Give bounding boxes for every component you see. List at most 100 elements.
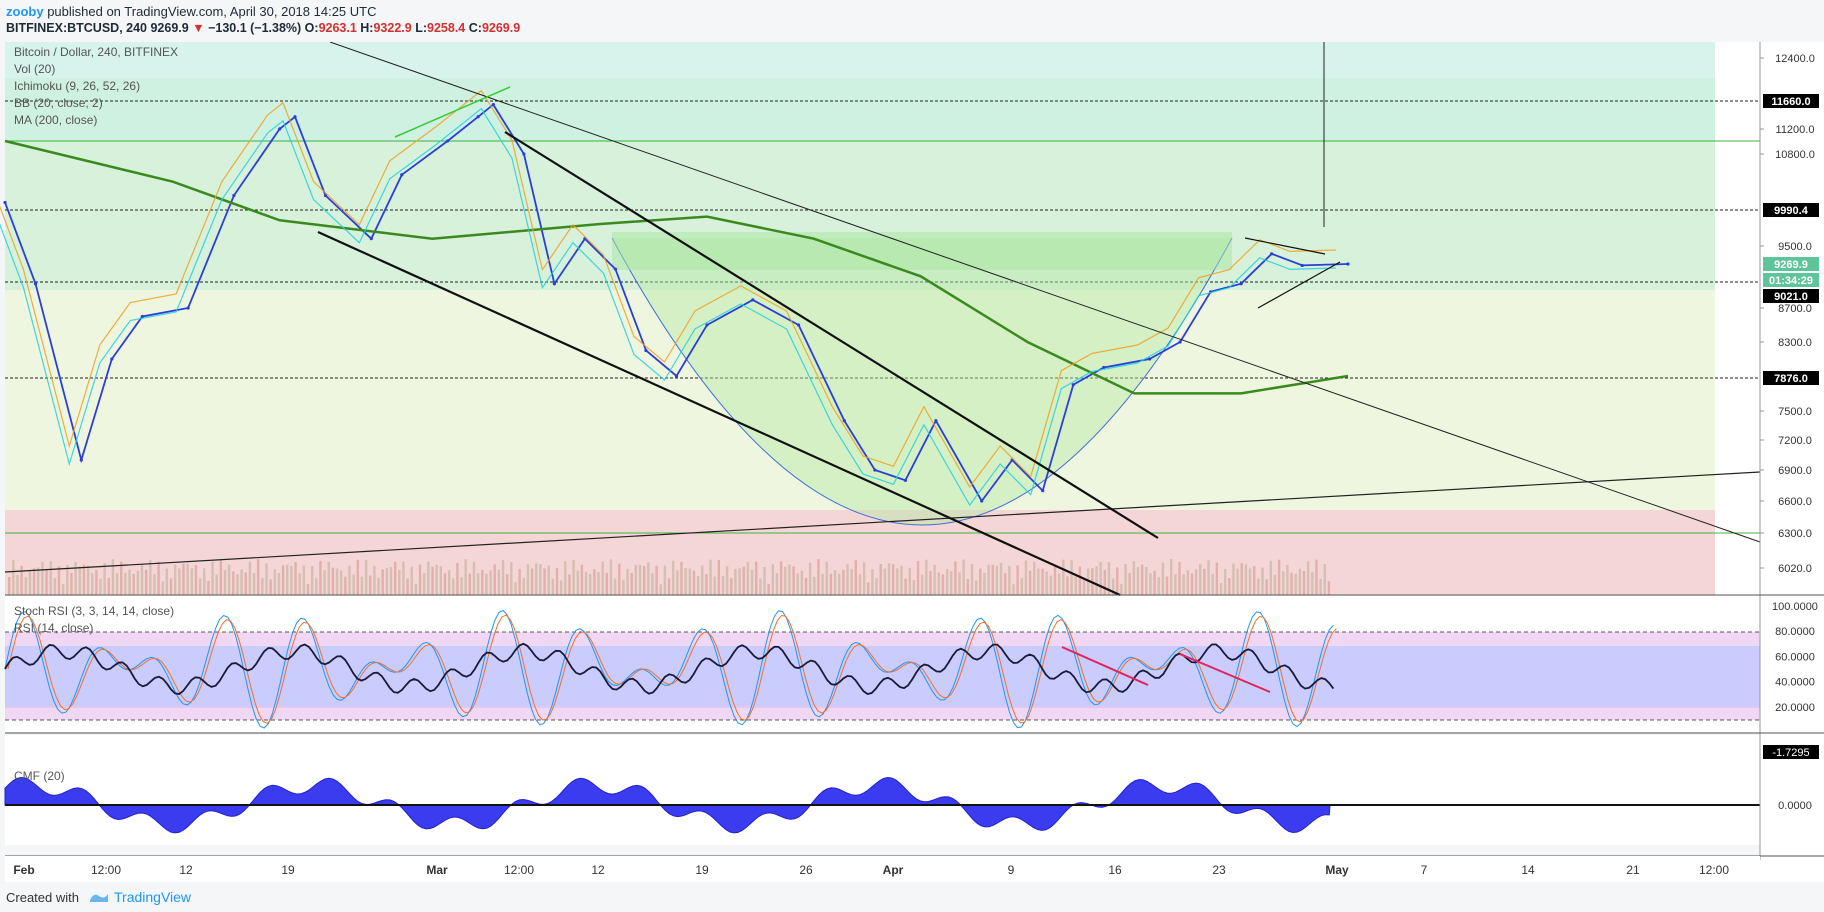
price-point [1239, 282, 1243, 286]
volume-bar [331, 567, 335, 595]
time-tick: 14 [1521, 863, 1535, 877]
time-tick: 7 [1421, 863, 1428, 877]
volume-bar [240, 569, 243, 595]
volume-bar [1219, 583, 1223, 595]
volume-bar [236, 574, 239, 595]
volume-bar [829, 573, 833, 595]
volume-bar [360, 576, 364, 595]
volume-bar [1140, 564, 1144, 595]
volume-bar [186, 563, 189, 595]
volume-bar [389, 566, 393, 595]
chart-area[interactable]: Bitcoin / Dollar, 240, BITFINEX Vol (20)… [0, 42, 1824, 882]
time-tick: 12 [591, 863, 605, 877]
volume-bar [680, 561, 683, 595]
price-point [796, 323, 801, 327]
price-tick: 7500.0 [1778, 406, 1812, 418]
volume-bar [1116, 567, 1119, 595]
price-point [613, 267, 618, 271]
volume-bar [45, 570, 48, 595]
volume-bar [107, 577, 110, 595]
legend-volume[interactable]: Vol (20) [14, 62, 55, 76]
volume-bar [738, 568, 741, 595]
volume-bar [1078, 566, 1082, 595]
legend-cmf[interactable]: CMF (20) [14, 769, 65, 783]
close-label: C: [468, 21, 482, 35]
volume-bar [887, 563, 891, 595]
volume-bar [526, 564, 530, 595]
volume-bar [613, 578, 617, 595]
volume-bar [468, 573, 472, 595]
legend-ichimoku[interactable]: Ichimoku (9, 26, 52, 26) [14, 79, 140, 93]
volume-bar [929, 570, 932, 595]
volume-bar [916, 561, 920, 595]
volume-bar [941, 574, 945, 595]
volume-bar [725, 566, 729, 595]
volume-bar [825, 561, 828, 595]
volume-bar [82, 564, 86, 595]
volume-bar [57, 566, 61, 595]
volume-bar [169, 578, 173, 595]
volume-bar [1211, 574, 1214, 595]
volume-bar [796, 573, 799, 595]
volume-bar [1161, 562, 1165, 595]
volume-bar [1157, 577, 1160, 595]
volume-bar [908, 567, 911, 595]
legend-ma[interactable]: MA (200, close) [14, 113, 97, 127]
volume-bar [140, 564, 144, 595]
volume-bar [862, 562, 866, 595]
volume-bar [223, 570, 227, 595]
volume-bar [489, 570, 492, 595]
volume-bar [1203, 568, 1206, 595]
volume-bar [74, 561, 77, 595]
legend-stoch[interactable]: Stoch RSI (3, 3, 14, 14, close) [14, 604, 174, 618]
volume-bar [61, 584, 65, 595]
price-point [33, 282, 38, 286]
volume-bar [1294, 573, 1297, 595]
volume-bar [995, 565, 999, 595]
volume-bar [742, 566, 745, 595]
time-tick: 23 [1212, 863, 1226, 877]
volume-bar [174, 564, 177, 595]
author-link[interactable]: zooby [6, 4, 44, 19]
volume-bar [896, 568, 899, 595]
volume-bar [709, 559, 712, 595]
volume-bar [506, 574, 509, 595]
publish-info: published on TradingView.com, April 30, … [47, 4, 377, 19]
volume-bar [875, 578, 878, 595]
time-tick: 12:00 [91, 863, 121, 877]
volume-bar [1261, 567, 1264, 595]
volume-bar [165, 568, 169, 595]
volume-bar [1004, 573, 1007, 595]
open-label: O: [304, 21, 319, 35]
price-point [1041, 489, 1045, 493]
volume-bar [572, 559, 575, 595]
volume-bar [1311, 572, 1314, 595]
volume-bar [340, 570, 343, 595]
volume-bar [1240, 562, 1243, 595]
volume-bar [32, 568, 36, 595]
volume-bar [1008, 566, 1011, 595]
volume-bar [609, 559, 613, 595]
price-point [705, 323, 709, 327]
volume-bar [535, 563, 538, 595]
volume-bar [294, 562, 297, 595]
price-point [491, 103, 495, 107]
volume-bar [833, 569, 837, 595]
volume-bar [630, 572, 633, 595]
time-tick: 16 [1108, 863, 1122, 877]
volume-bar [775, 573, 779, 595]
legend-rsi[interactable]: RSI (14, close) [14, 621, 93, 635]
legend-symbol[interactable]: Bitcoin / Dollar, 240, BITFINEX [14, 45, 178, 59]
volume-bar [817, 559, 820, 595]
price-point [552, 282, 556, 286]
volume-bar [427, 561, 430, 595]
legend-bb[interactable]: BB (20, close, 2) [14, 96, 103, 110]
volume-bar [277, 572, 281, 595]
volume-bar [659, 584, 662, 595]
tradingview-link[interactable]: TradingView [88, 889, 191, 905]
volume-bar [443, 573, 447, 595]
price-tick: 8300.0 [1778, 337, 1812, 349]
volume-bar [721, 575, 725, 595]
volume-bar [638, 564, 642, 595]
volume-bar [452, 578, 455, 595]
